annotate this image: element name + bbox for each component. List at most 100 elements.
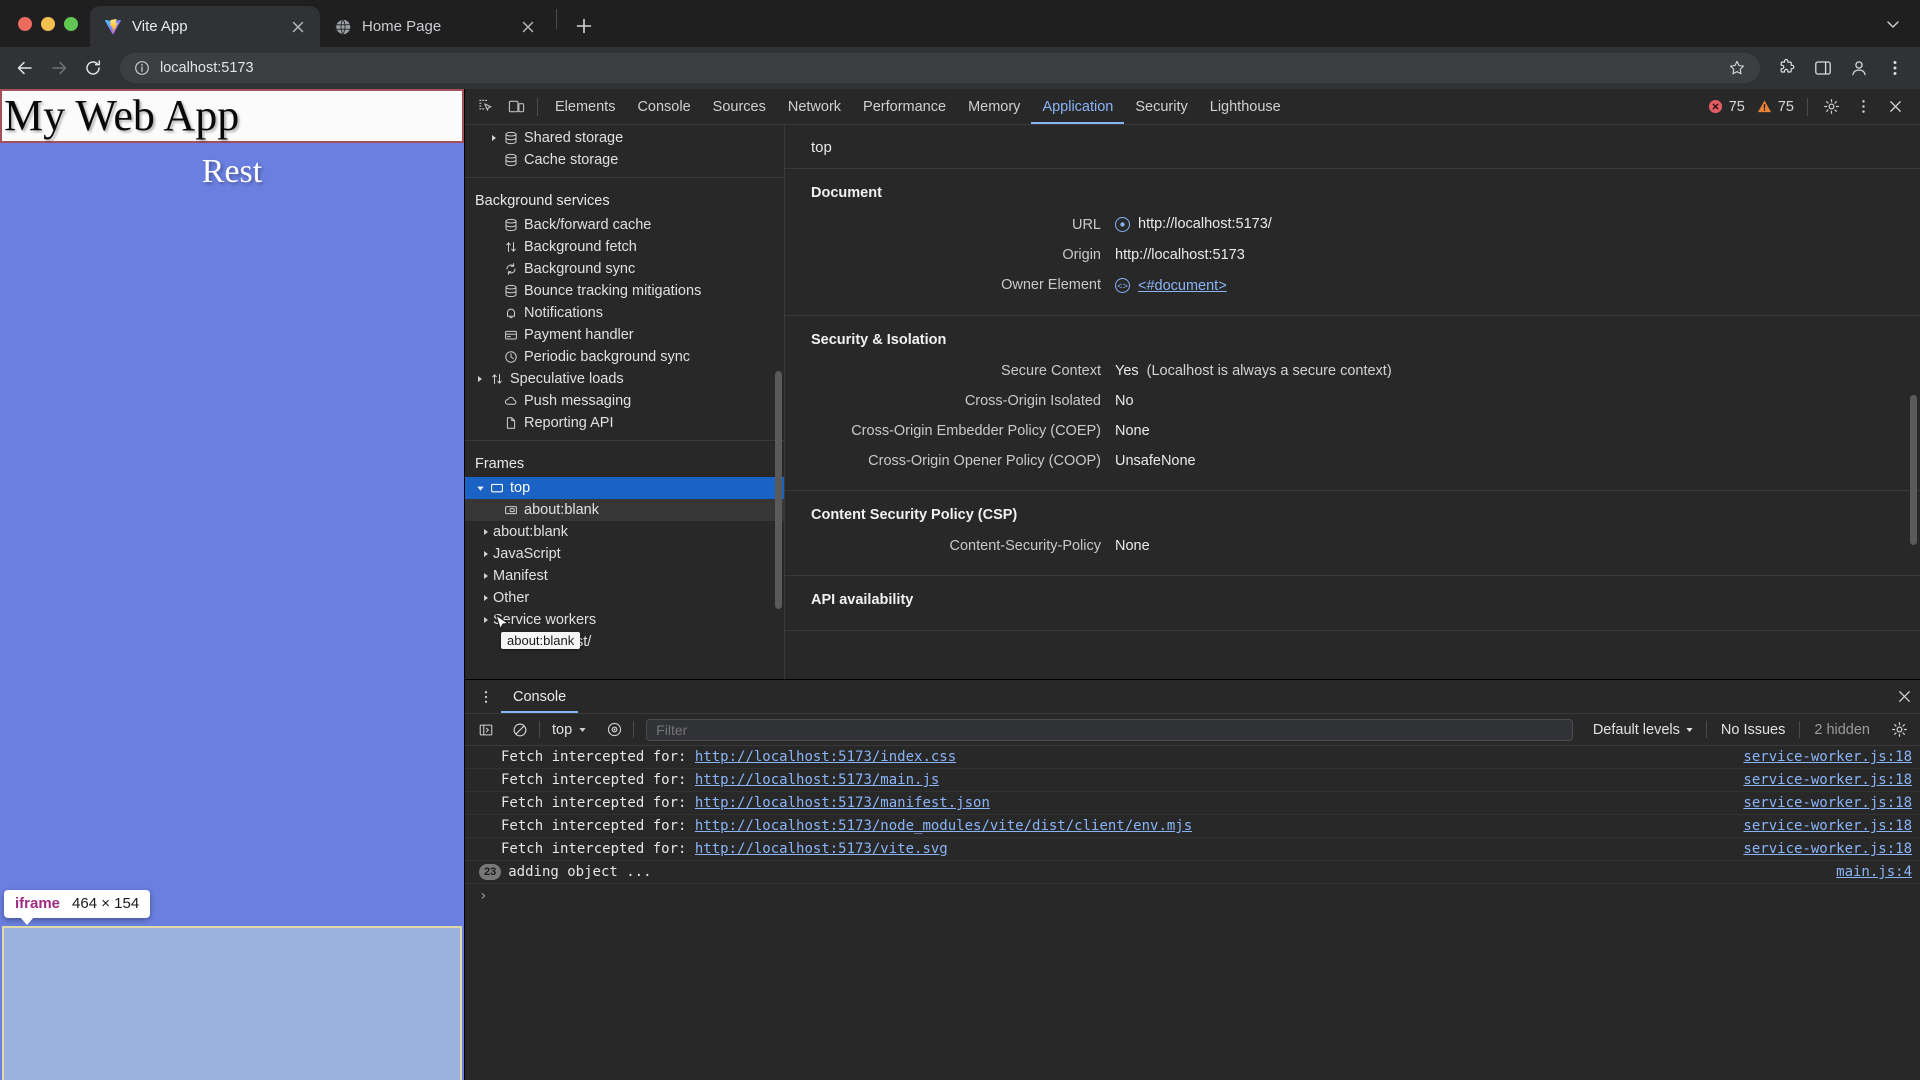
sidebar-item-frame-about-blank[interactable]: about:blank (465, 499, 784, 521)
message-link[interactable]: http://localhost:5173/node_modules/vite/… (695, 818, 1192, 834)
console-prompt[interactable]: › (465, 884, 1920, 908)
sidebar-item-reporting-api[interactable]: Reporting API (465, 412, 784, 434)
sidebar-item-notifications[interactable]: Notifications (465, 302, 784, 324)
back-arrow-icon[interactable] (10, 53, 40, 83)
owner-element-link[interactable]: <#document> (1138, 278, 1227, 294)
message-link[interactable]: http://localhost:5173/vite.svg (695, 841, 948, 857)
address-bar[interactable]: localhost:5173 (120, 53, 1760, 83)
sidebar-item-payment-handler[interactable]: Payment handler (465, 324, 784, 346)
chevron-right-icon[interactable] (479, 528, 493, 536)
console-message[interactable]: Fetch intercepted for: http://localhost:… (465, 769, 1920, 792)
close-devtools-icon[interactable] (1880, 93, 1910, 121)
panel-scrollbar[interactable] (1910, 395, 1917, 545)
reload-icon[interactable] (78, 53, 108, 83)
tab-lighthouse[interactable]: Lighthouse (1199, 90, 1292, 124)
console-settings-gear-icon[interactable] (1884, 716, 1914, 744)
chevron-right-icon[interactable] (479, 572, 493, 580)
close-icon[interactable] (288, 17, 308, 37)
console-message[interactable]: Fetch intercepted for: http://localhost:… (465, 792, 1920, 815)
new-tab-button[interactable] (567, 9, 601, 43)
chevron-right-icon[interactable] (479, 550, 493, 558)
tab-console[interactable]: Console (626, 90, 701, 124)
highlighted-iframe[interactable] (2, 926, 462, 1080)
tab-performance[interactable]: Performance (852, 90, 957, 124)
sidebar-item-push-messaging[interactable]: Push messaging (465, 390, 784, 412)
gear-icon[interactable] (1816, 93, 1846, 121)
error-counter[interactable]: 75 (1703, 99, 1750, 115)
star-icon[interactable] (1728, 59, 1746, 77)
tab-sources[interactable]: Sources (702, 90, 777, 124)
close-icon[interactable] (518, 17, 538, 37)
sidebar-item-periodic-background-sync[interactable]: Periodic background sync (465, 346, 784, 368)
console-message[interactable]: Fetch intercepted for: http://localhost:… (465, 838, 1920, 861)
message-source[interactable]: main.js:4 (1816, 864, 1912, 880)
console-message[interactable]: 23 adding object ... main.js:4 (465, 861, 1920, 884)
chevron-right-icon[interactable] (473, 375, 487, 383)
chevron-down-icon[interactable] (1880, 11, 1906, 37)
chevron-down-icon[interactable] (473, 484, 487, 493)
sidebar-item-shared-storage[interactable]: Shared storage (465, 127, 784, 149)
sidebar-item-background-fetch[interactable]: Background fetch (465, 236, 784, 258)
maximize-window-button[interactable] (64, 16, 78, 31)
close-window-button[interactable] (18, 16, 32, 31)
warning-counter[interactable]: 75 (1752, 99, 1799, 115)
browser-tab-vite-app[interactable]: Vite App (90, 6, 320, 47)
row-value[interactable]: <> <#document> (1115, 278, 1227, 294)
info-circle-icon[interactable] (134, 60, 150, 76)
browser-tab-home-page[interactable]: Home Page (320, 6, 550, 47)
console-context-selector[interactable]: top (544, 722, 595, 738)
sidebar-item-other[interactable]: Other (465, 587, 784, 609)
console-levels-dropdown[interactable]: Default levels (1585, 722, 1702, 738)
row-value[interactable]: http://localhost:5173/ (1115, 216, 1272, 232)
message-source[interactable]: service-worker.js:18 (1723, 841, 1912, 857)
minimize-window-button[interactable] (41, 16, 55, 31)
side-panel-icon[interactable] (1808, 53, 1838, 83)
chevron-right-icon[interactable] (487, 134, 501, 142)
console-message[interactable]: Fetch intercepted for: http://localhost:… (465, 815, 1920, 838)
sidebar-item-frame-about-blank-2[interactable]: about:blank (465, 521, 784, 543)
sidebar-item-back-forward-cache[interactable]: Back/forward cache (465, 214, 784, 236)
sidebar-item-speculative-loads[interactable]: Speculative loads (465, 368, 784, 390)
hidden-messages-count[interactable]: 2 hidden (1804, 722, 1880, 738)
tab-elements[interactable]: Elements (544, 90, 626, 124)
puzzle-icon[interactable] (1772, 53, 1802, 83)
inspect-element-icon[interactable] (471, 93, 501, 121)
sidebar-item-frame-top[interactable]: top (465, 477, 784, 499)
drawer-more-icon[interactable] (471, 683, 501, 711)
tab-network[interactable]: Network (777, 90, 852, 124)
profile-icon[interactable] (1844, 53, 1874, 83)
sidebar-item-service-workers[interactable]: Service workers (465, 609, 784, 631)
forward-arrow-icon[interactable] (44, 53, 74, 83)
page-viewport[interactable]: My Web App Rest iframe 464 × 154 (0, 89, 464, 1080)
sidebar-item-javascript[interactable]: JavaScript (465, 543, 784, 565)
message-link[interactable]: http://localhost:5173/index.css (695, 749, 956, 765)
kebab-menu-icon[interactable] (1880, 53, 1910, 83)
chevron-right-icon[interactable] (479, 616, 493, 624)
drawer-tab-console[interactable]: Console (501, 680, 578, 713)
message-source[interactable]: service-worker.js:18 (1723, 818, 1912, 834)
sidebar-item-cache-storage[interactable]: Cache storage (465, 149, 784, 171)
sidebar-item-bounce-tracking-mitigations[interactable]: Bounce tracking mitigations (465, 280, 784, 302)
message-link[interactable]: http://localhost:5173/manifest.json (695, 795, 990, 811)
tab-application[interactable]: Application (1031, 90, 1124, 124)
console-filter-input[interactable] (646, 718, 1573, 741)
device-toolbar-icon[interactable] (501, 93, 531, 121)
message-link[interactable]: http://localhost:5173/main.js (695, 772, 939, 788)
chevron-right-icon[interactable] (479, 594, 493, 602)
close-drawer-icon[interactable] (1888, 683, 1920, 711)
live-expression-eye-icon[interactable] (599, 716, 629, 744)
message-source[interactable]: service-worker.js:18 (1723, 749, 1912, 765)
clear-console-icon[interactable] (505, 716, 535, 744)
devtools-more-icon[interactable] (1848, 93, 1878, 121)
sidebar-item-manifest[interactable]: Manifest (465, 565, 784, 587)
message-source[interactable]: service-worker.js:18 (1723, 772, 1912, 788)
issues-button[interactable]: No Issues (1711, 722, 1795, 738)
tab-memory[interactable]: Memory (957, 90, 1031, 124)
url-text[interactable]: localhost:5173 (160, 60, 1718, 76)
console-message[interactable]: Fetch intercepted for: http://localhost:… (465, 746, 1920, 769)
console-message-list[interactable]: Fetch intercepted for: http://localhost:… (465, 746, 1920, 1080)
message-source[interactable]: service-worker.js:18 (1723, 795, 1912, 811)
sidebar-item-background-sync[interactable]: Background sync (465, 258, 784, 280)
console-sidebar-toggle-icon[interactable] (471, 716, 501, 744)
sidebar-scrollbar[interactable] (775, 371, 782, 609)
